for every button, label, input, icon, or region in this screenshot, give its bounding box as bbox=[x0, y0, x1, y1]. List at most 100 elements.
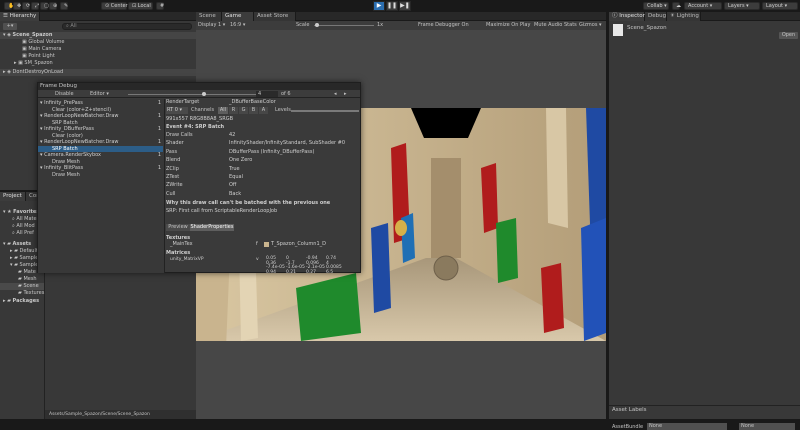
property-key: Draw Calls bbox=[166, 132, 193, 138]
matrix-cell: 0.94 bbox=[266, 269, 277, 275]
hierarchy-item-sm-spazon[interactable]: ▸ ▣ SM_Spazon bbox=[0, 60, 196, 67]
asset-folder[interactable]: ▰ Scene bbox=[0, 283, 44, 290]
texture-thumbnail bbox=[264, 242, 269, 247]
packages-folder[interactable]: ▸ ▰ Packages bbox=[0, 298, 44, 305]
rotate-tool-icon[interactable]: ⟳ bbox=[22, 2, 30, 10]
event-total-label: of 6 bbox=[281, 91, 291, 97]
disable-button[interactable]: Disable bbox=[55, 91, 75, 97]
matrix-property-name: unity_MatrixVP bbox=[170, 257, 204, 262]
property-value: Off bbox=[229, 182, 237, 189]
tab-project[interactable]: Project bbox=[0, 192, 26, 201]
tab-hierarchy[interactable]: ☰ Hierarchy bbox=[0, 12, 40, 21]
hierarchy-item-scene[interactable]: ▾ ◈ Scene_Spazon bbox=[0, 32, 196, 39]
inspector-tabs: ⓘ Inspector Debug ☀ Lighting bbox=[609, 12, 800, 21]
channel-button[interactable]: G bbox=[239, 107, 248, 114]
aspect-dropdown[interactable]: 16:9 ▾ bbox=[230, 21, 250, 30]
hierarchy-item-dontdestroyonload[interactable]: ▸ ◈ DontDestroyOnLoad bbox=[0, 69, 196, 76]
tab-inspector[interactable]: ⓘ Inspector bbox=[609, 12, 645, 21]
hierarchy-item-main-camera[interactable]: ▣ Main Camera bbox=[0, 46, 196, 53]
event-tree-label: Clear (color+Z+stencil) bbox=[52, 106, 112, 113]
asset-bundle-dropdown[interactable]: None bbox=[647, 423, 727, 430]
frame-debug-splitter[interactable] bbox=[164, 99, 165, 273]
scale-slider[interactable] bbox=[314, 25, 374, 26]
debug-tab-label: Debug bbox=[648, 13, 667, 19]
pivot-center-button[interactable]: ⊙ Center bbox=[101, 2, 128, 10]
search-icon: ⌕ bbox=[66, 23, 69, 29]
gizmos-dropdown[interactable]: Gizmos ▾ bbox=[579, 21, 602, 30]
shader-properties-tab[interactable]: ShaderProperties bbox=[190, 224, 234, 231]
target-dropdown[interactable]: Editor ▾ bbox=[90, 91, 126, 97]
asset-folder[interactable]: ▰ Mesh bbox=[0, 276, 44, 283]
pivot-local-button[interactable]: ⊡ Local bbox=[128, 2, 153, 10]
channels-label: Channels bbox=[191, 107, 215, 113]
preview-tab[interactable]: Preview bbox=[166, 224, 190, 231]
event-tree-label: Draw Mesh bbox=[52, 171, 80, 178]
asset-folder-label: Mesh bbox=[23, 276, 37, 282]
account-dropdown[interactable]: Account ▾ bbox=[684, 2, 722, 10]
matrix-cell: 6.5 bbox=[326, 269, 334, 275]
create-dropdown[interactable]: +▾ bbox=[3, 23, 17, 30]
next-event-button[interactable]: ▸ bbox=[344, 91, 347, 97]
custom-tool-icon[interactable]: ✎ bbox=[60, 2, 68, 10]
game-view-header: Scene Game Asset Store Display 1 ▾ 16:9 … bbox=[196, 12, 606, 30]
channel-button[interactable]: A bbox=[259, 107, 268, 114]
move-tool-icon[interactable]: ✥ bbox=[13, 2, 21, 10]
main-toolbar: ✋ ✥ ⟳ ⤢ ▢ ⊕ ✎ ⊙ Center ⊡ Local # ▶ ❚❚ ▶❚… bbox=[0, 0, 800, 12]
stats-toggle[interactable]: Stats bbox=[564, 21, 577, 30]
channel-button[interactable]: B bbox=[249, 107, 258, 114]
event-slider[interactable] bbox=[128, 94, 258, 95]
property-key: Blend bbox=[166, 157, 181, 164]
tab-debug[interactable]: Debug bbox=[645, 12, 667, 21]
layers-dropdown[interactable]: Layers ▾ bbox=[724, 2, 760, 10]
event-tree-row[interactable]: Draw Mesh bbox=[38, 172, 163, 179]
open-button[interactable]: Open bbox=[779, 32, 798, 39]
frame-debug-titlebar[interactable]: Frame Debug bbox=[38, 83, 360, 90]
tab-asset-store[interactable]: Asset Store bbox=[254, 12, 296, 21]
layers-label: Layers bbox=[728, 3, 745, 9]
hierarchy-item-label: Point Light bbox=[28, 53, 55, 59]
frame-debugger-on-label: Frame Debugger On bbox=[418, 22, 469, 28]
maximize-on-play-toggle[interactable]: Maximize On Play bbox=[486, 21, 530, 30]
hierarchy-search-input[interactable]: ⌕ All bbox=[62, 23, 192, 30]
play-button[interactable]: ▶ bbox=[373, 1, 385, 11]
channel-button[interactable]: All bbox=[218, 107, 228, 114]
channel-button[interactable]: R bbox=[229, 107, 238, 114]
tab-lighting[interactable]: ☀ Lighting bbox=[667, 12, 701, 21]
rt-dropdown[interactable]: RT 0 ▾ bbox=[166, 107, 188, 114]
project-tab-label: Project bbox=[3, 193, 22, 199]
transform-tool-icon[interactable]: ⊕ bbox=[49, 2, 57, 10]
tab-game[interactable]: Game bbox=[222, 12, 254, 21]
open-label: Open bbox=[781, 32, 796, 38]
event-slider-handle[interactable] bbox=[202, 92, 206, 96]
levels-label: Levels bbox=[275, 107, 291, 113]
tab-scene[interactable]: Scene bbox=[196, 12, 222, 21]
local-label: Local bbox=[137, 3, 151, 9]
event-tree-label: SRP Batch bbox=[52, 145, 78, 152]
asset-folder[interactable]: ▰ Textures bbox=[0, 290, 44, 297]
scale-slider-handle[interactable] bbox=[315, 23, 319, 27]
levels-slider[interactable] bbox=[291, 110, 359, 112]
event-tree-label: Infinity_PrePass bbox=[44, 100, 83, 106]
texture-value: T_Spazon_Column1_D bbox=[271, 241, 326, 247]
prev-event-button[interactable]: ◂ bbox=[334, 91, 337, 97]
cloud-icon[interactable]: ☁ bbox=[672, 2, 681, 10]
asset-bundle-variant-value: None bbox=[741, 423, 755, 429]
scene-asset-icon bbox=[613, 24, 623, 36]
lighting-tab-label: Lighting bbox=[676, 13, 699, 19]
hierarchy-item-global-volume[interactable]: ▣ Global Volume bbox=[0, 39, 196, 46]
collab-button[interactable]: Collab ▾ bbox=[643, 2, 669, 10]
display-dropdown[interactable]: Display 1 ▾ bbox=[198, 21, 226, 30]
pause-button[interactable]: ❚❚ bbox=[386, 1, 398, 11]
layout-dropdown[interactable]: Layout ▾ bbox=[762, 2, 798, 10]
hierarchy-item-label: Main Camera bbox=[28, 46, 62, 52]
hierarchy-search-placeholder: All bbox=[70, 23, 77, 29]
step-button[interactable]: ▶❚ bbox=[399, 1, 411, 11]
rect-tool-icon[interactable]: ▢ bbox=[40, 2, 49, 10]
mute-audio-toggle[interactable]: Mute Audio bbox=[534, 21, 562, 30]
event-number-field[interactable]: 4 bbox=[256, 91, 278, 97]
asset-bundle-variant-dropdown[interactable]: None bbox=[739, 423, 795, 430]
grid-snap-icon[interactable]: # bbox=[156, 2, 164, 10]
hand-tool-icon[interactable]: ✋ bbox=[4, 2, 14, 10]
scale-tool-icon[interactable]: ⤢ bbox=[31, 2, 39, 10]
hierarchy-item-point-light[interactable]: ▣ Point Light bbox=[0, 53, 196, 60]
